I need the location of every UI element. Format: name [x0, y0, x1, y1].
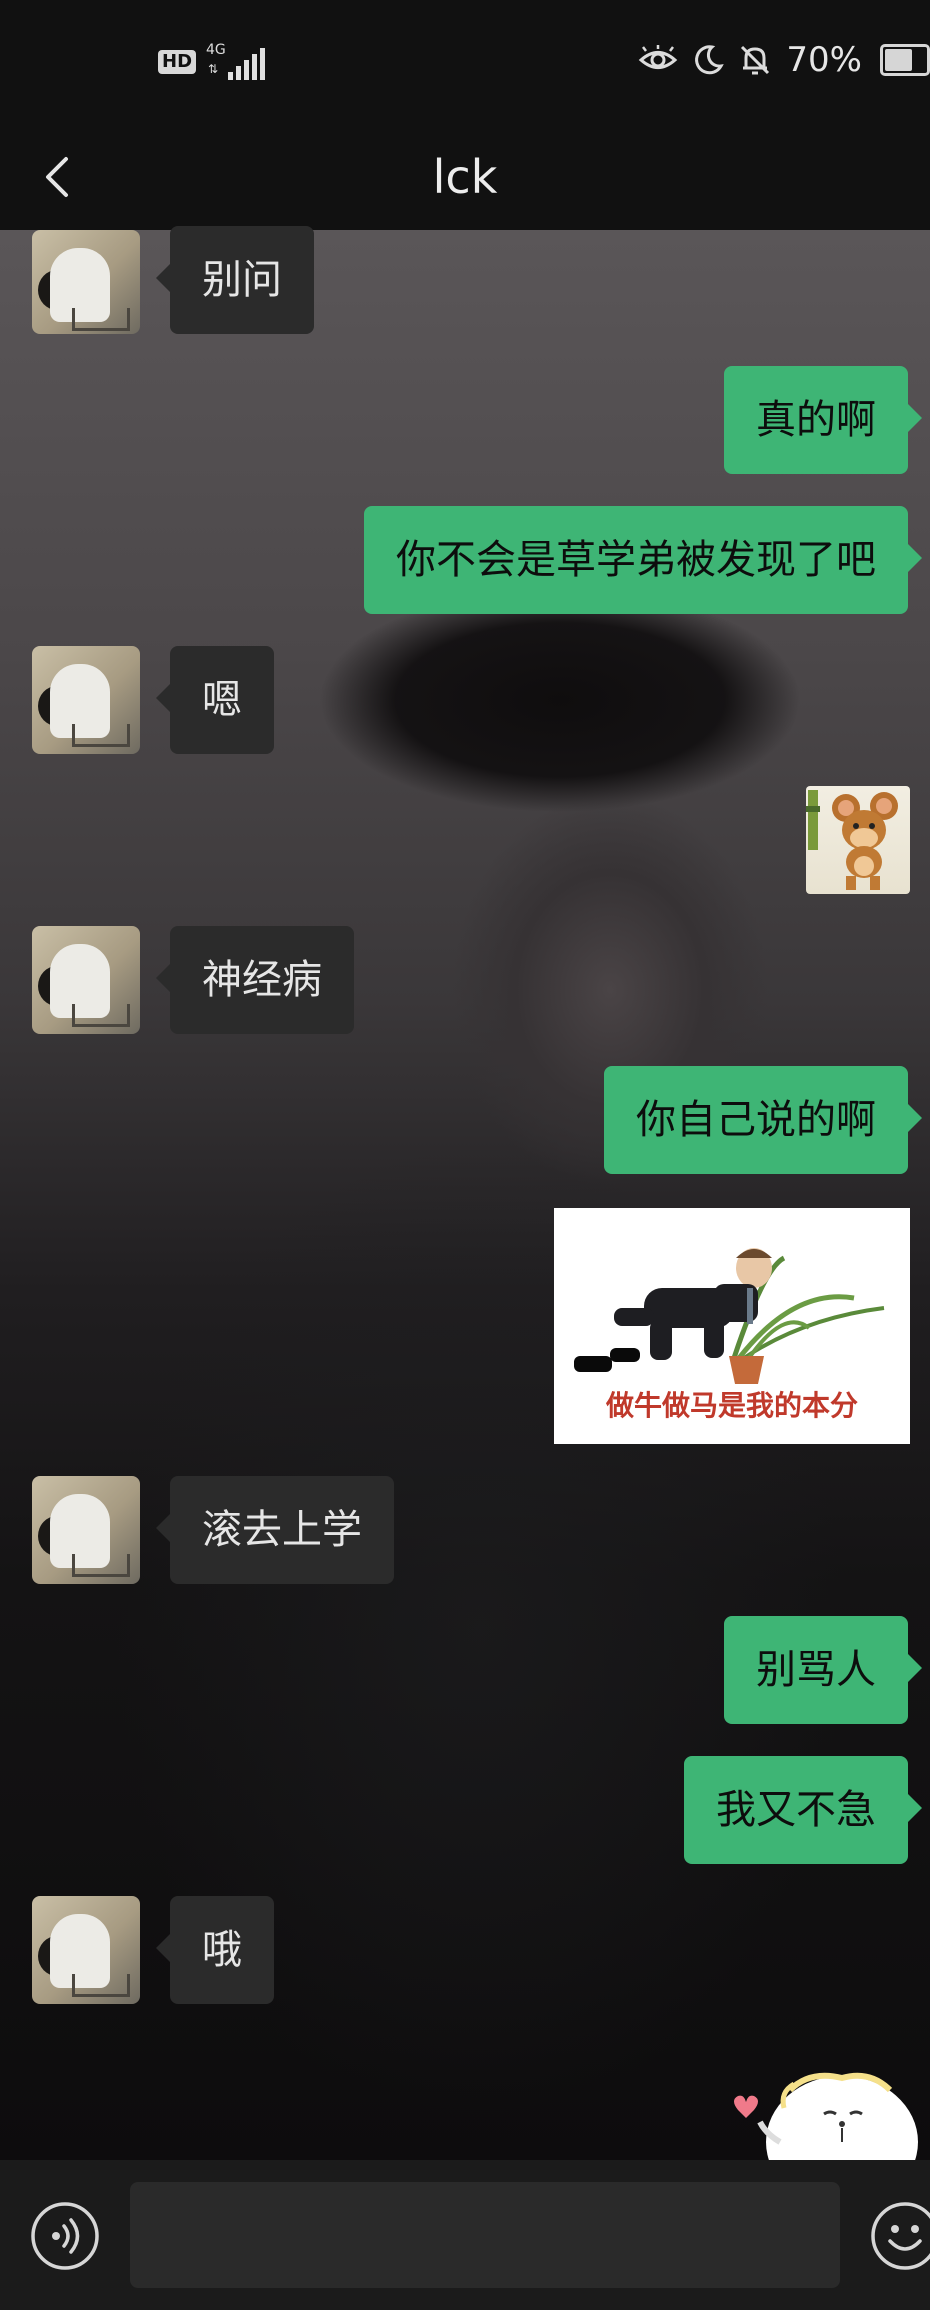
- meme-sticker[interactable]: 做牛做马是我的本分: [554, 1208, 910, 1444]
- network-indicator: 4G ⇅: [206, 42, 266, 80]
- emoji-icon: [871, 2202, 930, 2270]
- jerry-mouse-image: [806, 790, 898, 890]
- outgoing-message[interactable]: 真的啊: [724, 366, 922, 474]
- contact-avatar[interactable]: [32, 1476, 140, 1584]
- incoming-message[interactable]: 神经病: [156, 926, 354, 1034]
- message-input[interactable]: [130, 2182, 840, 2288]
- battery-icon: [880, 44, 930, 76]
- contact-avatar[interactable]: [32, 926, 140, 1034]
- status-right: 70%: [638, 40, 930, 80]
- incoming-message[interactable]: 嗯: [156, 646, 274, 754]
- incoming-message[interactable]: 别问: [156, 226, 314, 334]
- chat-header: lck: [0, 125, 930, 230]
- status-bar: HD 4G ⇅ 70%: [0, 0, 930, 125]
- outgoing-message[interactable]: 你自己说的啊: [604, 1066, 922, 1174]
- outgoing-message[interactable]: 别骂人: [724, 1616, 922, 1724]
- battery-percent: 70%: [786, 40, 862, 80]
- network-label: 4G: [206, 42, 226, 58]
- moon-icon: [695, 45, 725, 75]
- bell-off-icon: [741, 45, 770, 75]
- contact-avatar[interactable]: [32, 230, 140, 334]
- bunny-heart-sticker[interactable]: [720, 2062, 920, 2160]
- incoming-message[interactable]: 哦: [156, 1896, 274, 2004]
- incoming-message[interactable]: 滚去上学: [156, 1476, 394, 1584]
- bunny-heart-image: [734, 2072, 918, 2160]
- input-bar: [0, 2160, 930, 2310]
- chat-title[interactable]: lck: [0, 147, 930, 207]
- eye-comfort-icon: [639, 45, 678, 69]
- signal-icon: [228, 48, 266, 80]
- status-left: HD 4G ⇅: [158, 42, 266, 80]
- meme-caption: 做牛做马是我的本分: [605, 1389, 858, 1422]
- contact-avatar[interactable]: [32, 1896, 140, 2004]
- outgoing-message[interactable]: 你不会是草学弟被发现了吧: [364, 506, 922, 614]
- jerry-mouse-sticker[interactable]: [806, 786, 910, 894]
- contact-avatar[interactable]: [32, 646, 140, 754]
- voice-button[interactable]: [30, 2201, 100, 2271]
- network-arrows: ⇅: [208, 62, 219, 76]
- emoji-button[interactable]: [870, 2201, 930, 2271]
- battery-fill: [885, 49, 912, 71]
- hd-badge: HD: [158, 50, 197, 74]
- outgoing-message[interactable]: 我又不急: [684, 1756, 922, 1864]
- voice-icon: [31, 2202, 99, 2270]
